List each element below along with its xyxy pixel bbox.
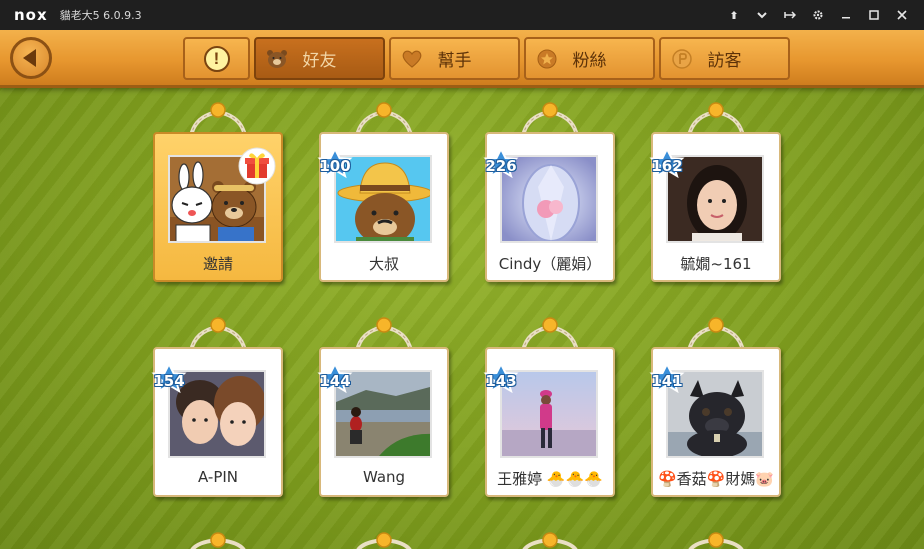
friend-card-invite[interactable]: 邀請 [153, 102, 283, 282]
tab-helpers[interactable]: 幫手 [389, 37, 520, 80]
friend-card[interactable]: 144 Wang [317, 317, 449, 497]
hanger-icon [687, 102, 745, 136]
friend-name: 🍄香菇🍄財媽🐷 [657, 470, 775, 488]
friend-card[interactable]: 162 毓嫺~161 [649, 102, 781, 282]
gear-icon[interactable] [804, 0, 832, 30]
title-bar: nox 貓老大5 6.0.9.3 [0, 0, 924, 30]
tab-notice[interactable]: ! [183, 37, 250, 80]
hanger-icon [190, 532, 246, 549]
hanger-icon [521, 317, 579, 351]
window-controls [720, 0, 916, 30]
level-badge: 141 [649, 363, 689, 397]
hanger-icon [688, 532, 744, 549]
gift-icon [237, 146, 277, 186]
expand-icon[interactable] [776, 0, 804, 30]
friend-card[interactable]: 154 A-PIN [151, 317, 283, 497]
tab-friends[interactable]: 好友 [254, 37, 385, 80]
alert-icon: ! [185, 45, 248, 72]
friend-card[interactable]: 143 王雅婷 🐣🐣🐣 [483, 317, 615, 497]
hanger-icon [189, 317, 247, 351]
hanger-icon [356, 532, 412, 549]
tab-label: 好友 [302, 51, 337, 71]
hanger-icon [189, 102, 247, 136]
tab-label: 幫手 [437, 51, 472, 71]
tab-label: 訪客 [707, 51, 742, 71]
friend-name: 大叔 [368, 255, 399, 273]
level-badge: 143 [483, 363, 523, 397]
top-toolbar: ! 好友 幫手 粉絲 訪客 [0, 30, 924, 88]
friend-name: 邀請 [202, 255, 233, 273]
nox-logo: nox [14, 6, 48, 24]
game-screen: ! 好友 幫手 粉絲 訪客 邀請 100 大叔 226 Cindy（麗娟） 16… [0, 30, 924, 549]
hanger-icon [687, 317, 745, 351]
friend-name: Cindy（麗娟） [498, 255, 602, 273]
tab-fans[interactable]: 粉絲 [524, 37, 655, 80]
minimize-icon[interactable] [832, 0, 860, 30]
back-arrow-icon [23, 49, 36, 67]
friend-card[interactable]: 226 Cindy（麗娟） [483, 102, 615, 282]
level-badge: 100 [317, 148, 357, 182]
tab-label: 粉絲 [572, 51, 607, 71]
friend-card[interactable]: 100 大叔 [317, 102, 449, 282]
friend-name: Wang [362, 468, 406, 486]
friend-name: 王雅婷 🐣🐣🐣 [497, 470, 603, 488]
level-badge: 162 [649, 148, 689, 182]
close-icon[interactable] [888, 0, 916, 30]
level-badge: 226 [483, 148, 523, 182]
back-button[interactable] [10, 37, 52, 79]
hanger-icon [522, 532, 578, 549]
friend-card[interactable]: 141 🍄香菇🍄財媽🐷 [649, 317, 781, 497]
friend-name: 毓嫺~161 [680, 255, 752, 273]
level-badge: 154 [151, 363, 191, 397]
hanger-icon [521, 102, 579, 136]
hanger-icon [355, 102, 413, 136]
tab-visitors[interactable]: 訪客 [659, 37, 790, 80]
pin-icon[interactable] [720, 0, 748, 30]
friend-name: A-PIN [197, 468, 239, 486]
window-title: 貓老大5 6.0.9.3 [59, 9, 142, 22]
hanger-icon [355, 317, 413, 351]
level-badge: 144 [317, 363, 357, 397]
chevron-down-icon[interactable] [748, 0, 776, 30]
maximize-icon[interactable] [860, 0, 888, 30]
